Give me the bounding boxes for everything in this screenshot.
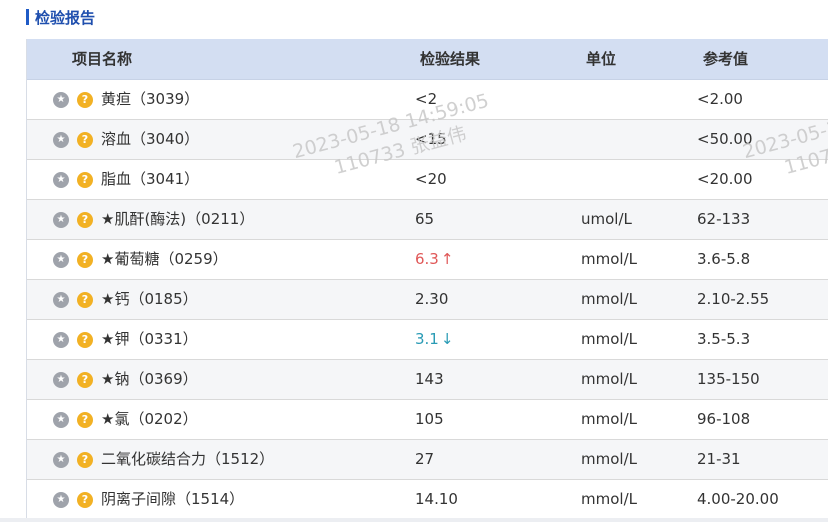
unit-value: mmol/L xyxy=(581,450,637,468)
result-number: <20 xyxy=(415,170,447,188)
result-value: 3.1 ↓ xyxy=(415,320,453,359)
unit-value: mmol/L xyxy=(581,250,637,268)
result-number: 105 xyxy=(415,410,444,428)
item-name: 溶血（3040） xyxy=(101,130,200,148)
result-value: 27 xyxy=(415,440,434,479)
question-icon[interactable]: ? xyxy=(77,332,93,348)
unit-value: mmol/L xyxy=(581,290,637,308)
star-icon[interactable]: ★ xyxy=(53,252,69,268)
low-flag-arrow: ↓ xyxy=(440,330,454,348)
result-value: <2 xyxy=(415,80,437,119)
unit-value: mmol/L xyxy=(581,490,637,508)
result-number: 27 xyxy=(415,450,435,468)
table-row: ★? ★葡萄糖（0259） 6.3 ↑ mmol/L 3.6-5.8 xyxy=(27,240,828,280)
bottom-scroll-strip xyxy=(0,518,828,522)
section-title: 检验报告 xyxy=(26,7,95,27)
question-icon[interactable]: ? xyxy=(77,492,93,508)
star-icon[interactable]: ★ xyxy=(53,212,69,228)
question-icon[interactable]: ? xyxy=(77,212,93,228)
reference-value: <20.00 xyxy=(697,170,753,188)
result-number: 65 xyxy=(415,210,435,228)
table-row: ★? ★钠（0369） 143 mmol/L 135-150 xyxy=(27,360,828,400)
column-header-result: 检验结果 xyxy=(420,50,481,68)
table-row: ★? 溶血（3040） <15 <50.00 xyxy=(27,120,828,160)
star-icon[interactable]: ★ xyxy=(53,492,69,508)
result-number: 14.10 xyxy=(415,490,458,508)
table-row: ★? 阴离子间隙（1514） 14.10 mmol/L 4.00-20.00 xyxy=(27,480,828,518)
unit-value: mmol/L xyxy=(581,370,637,388)
result-value: 14.10 xyxy=(415,480,458,518)
reference-value: 135-150 xyxy=(697,370,760,388)
star-icon[interactable]: ★ xyxy=(53,92,69,108)
result-value: 105 xyxy=(415,400,444,439)
item-name: ★氯（0202） xyxy=(101,410,198,428)
section-accent-bar xyxy=(26,9,29,25)
star-icon[interactable]: ★ xyxy=(53,412,69,428)
question-icon[interactable]: ? xyxy=(77,172,93,188)
item-name: 二氧化碳结合力（1512） xyxy=(101,450,275,468)
question-icon[interactable]: ? xyxy=(77,92,93,108)
table-row: ★? ★钙（0185） 2.30 mmol/L 2.10-2.55 xyxy=(27,280,828,320)
item-name: ★钙（0185） xyxy=(101,290,198,308)
item-name: 黄疸（3039） xyxy=(101,90,200,108)
item-name: ★钾（0331） xyxy=(101,330,198,348)
table-row: ★? 二氧化碳结合力（1512） 27 mmol/L 21-31 xyxy=(27,440,828,480)
reference-value: 4.00-20.00 xyxy=(697,490,779,508)
result-number: 6.3 xyxy=(415,250,439,268)
star-icon[interactable]: ★ xyxy=(53,452,69,468)
question-icon[interactable]: ? xyxy=(77,412,93,428)
reference-value: 3.5-5.3 xyxy=(697,330,751,348)
high-flag-arrow: ↑ xyxy=(440,250,454,268)
result-value: 143 xyxy=(415,360,444,399)
star-icon[interactable]: ★ xyxy=(53,372,69,388)
question-icon[interactable]: ? xyxy=(77,132,93,148)
column-header-item-name: 项目名称 xyxy=(72,50,133,68)
result-value: 65 xyxy=(415,200,434,239)
reference-value: 3.6-5.8 xyxy=(697,250,751,268)
result-number: 143 xyxy=(415,370,444,388)
question-icon[interactable]: ? xyxy=(77,372,93,388)
question-icon[interactable]: ? xyxy=(77,292,93,308)
column-header-unit: 单位 xyxy=(586,50,617,68)
item-name: 阴离子间隙（1514） xyxy=(101,490,245,508)
item-name: 脂血（3041） xyxy=(101,170,200,188)
unit-value: umol/L xyxy=(581,210,632,228)
result-number: 3.1 xyxy=(415,330,439,348)
item-name: ★钠（0369） xyxy=(101,370,198,388)
result-value: 6.3 ↑ xyxy=(415,240,453,279)
result-number: <2 xyxy=(415,90,438,108)
section-title-text: 检验报告 xyxy=(35,8,96,27)
star-icon[interactable]: ★ xyxy=(53,292,69,308)
lab-report-table: 项目名称 检验结果 单位 参考值 ★? 黄疸（3039） <2 <2.00 ★? 溶血（3… xyxy=(26,39,828,518)
reference-value: 21-31 xyxy=(697,450,741,468)
unit-value: mmol/L xyxy=(581,410,637,428)
reference-value: <50.00 xyxy=(697,130,753,148)
reference-value: 62-133 xyxy=(697,210,751,228)
reference-value: <2.00 xyxy=(697,90,743,108)
star-icon[interactable]: ★ xyxy=(53,172,69,188)
result-value: 2.30 xyxy=(415,280,448,319)
star-icon[interactable]: ★ xyxy=(53,132,69,148)
table-header: 项目名称 检验结果 单位 参考值 xyxy=(27,39,828,80)
reference-value: 2.10-2.55 xyxy=(697,290,770,308)
reference-value: 96-108 xyxy=(697,410,751,428)
table-row: ★? 黄疸（3039） <2 <2.00 xyxy=(27,80,828,120)
table-row: ★? ★钾（0331） 3.1 ↓ mmol/L 3.5-5.3 xyxy=(27,320,828,360)
result-value: <15 xyxy=(415,120,447,159)
table-row: ★? ★氯（0202） 105 mmol/L 96-108 xyxy=(27,400,828,440)
item-name: ★肌酐(酶法)（0211） xyxy=(101,210,255,228)
result-value: <20 xyxy=(415,160,447,199)
table-row: ★? 脂血（3041） <20 <20.00 xyxy=(27,160,828,200)
star-icon[interactable]: ★ xyxy=(53,332,69,348)
unit-value: mmol/L xyxy=(581,330,637,348)
result-number: <15 xyxy=(415,130,447,148)
table-row: ★? ★肌酐(酶法)（0211） 65 umol/L 62-133 xyxy=(27,200,828,240)
question-icon[interactable]: ? xyxy=(77,252,93,268)
result-number: 2.30 xyxy=(415,290,449,308)
question-icon[interactable]: ? xyxy=(77,452,93,468)
item-name: ★葡萄糖（0259） xyxy=(101,250,228,268)
column-header-reference: 参考值 xyxy=(703,50,749,68)
